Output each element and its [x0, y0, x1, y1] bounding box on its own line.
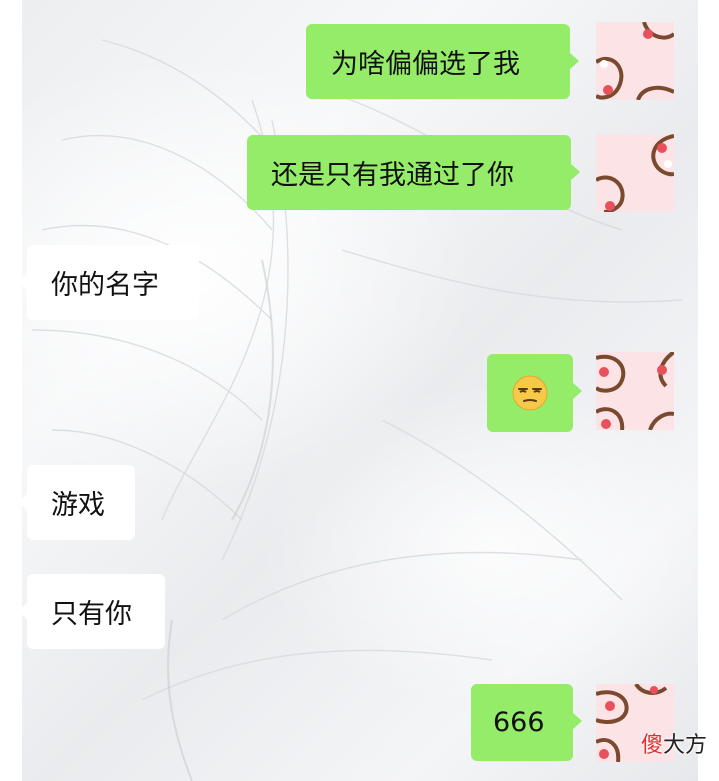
message-bubble-incoming[interactable]: 你的名字 [18, 245, 199, 320]
message-text: 666 [493, 707, 545, 738]
my-avatar-icon[interactable] [596, 22, 674, 100]
message-text: 游戏 [51, 490, 105, 521]
my-avatar-icon[interactable] [596, 134, 674, 212]
message-bubble-outgoing[interactable]: 为啥偏偏选了我 [306, 24, 579, 99]
smug-face-emoji-icon [512, 375, 548, 411]
message-bubble-outgoing[interactable]: 还是只有我通过了你 [247, 135, 580, 210]
message-text: 还是只有我通过了你 [271, 160, 514, 191]
message-text: 为啥偏偏选了我 [331, 49, 520, 80]
message-bubble-outgoing[interactable]: 666 [471, 684, 582, 761]
message-bubble-outgoing[interactable] [487, 354, 582, 432]
message-text: 只有你 [51, 599, 132, 630]
my-avatar-icon[interactable] [596, 352, 674, 430]
watermark-text: 傻大方 [640, 733, 707, 758]
message-bubble-incoming[interactable]: 只有你 [18, 574, 165, 649]
message-bubble-incoming[interactable]: 游戏 [18, 465, 135, 540]
message-text: 你的名字 [51, 270, 159, 301]
